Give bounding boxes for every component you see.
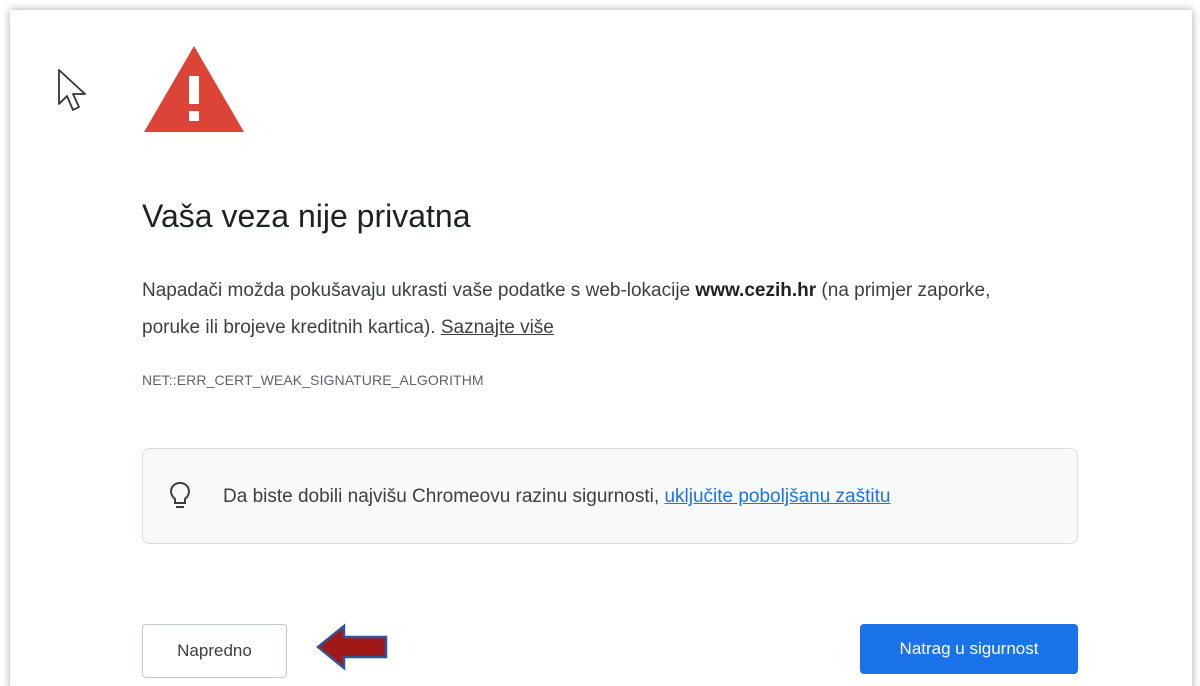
lightbulb-icon	[169, 481, 191, 508]
page-title: Vaša veza nije privatna	[142, 198, 471, 234]
site-domain: www.cezih.hr	[695, 280, 817, 301]
description-text-before: Napadači možda pokušavaju ukrasti vaše p…	[142, 280, 696, 301]
tip-text: Da biste dobili najvišu Chromeovu razinu…	[223, 486, 890, 508]
enable-enhanced-protection-link[interactable]: uključite poboljšanu zaštitu	[664, 486, 890, 507]
warning-triangle-icon	[144, 46, 244, 132]
enhanced-protection-tip: Da biste dobili najvišu Chromeovu razinu…	[142, 448, 1078, 544]
tip-message: Da biste dobili najvišu Chromeovu razinu…	[223, 486, 665, 507]
learn-more-link[interactable]: Saznajte više	[441, 317, 554, 338]
error-description: Napadači možda pokušavaju ukrasti vaše p…	[142, 272, 1042, 346]
browser-page: Vaša veza nije privatna Napadači možda p…	[10, 10, 1192, 686]
back-to-safety-button[interactable]: Natrag u sigurnost	[860, 624, 1078, 674]
advanced-button[interactable]: Napredno	[142, 624, 287, 678]
mouse-cursor-icon	[58, 69, 86, 111]
error-code: NET::ERR_CERT_WEAK_SIGNATURE_ALGORITHM	[142, 372, 484, 388]
red-arrow-annotation	[316, 623, 388, 671]
